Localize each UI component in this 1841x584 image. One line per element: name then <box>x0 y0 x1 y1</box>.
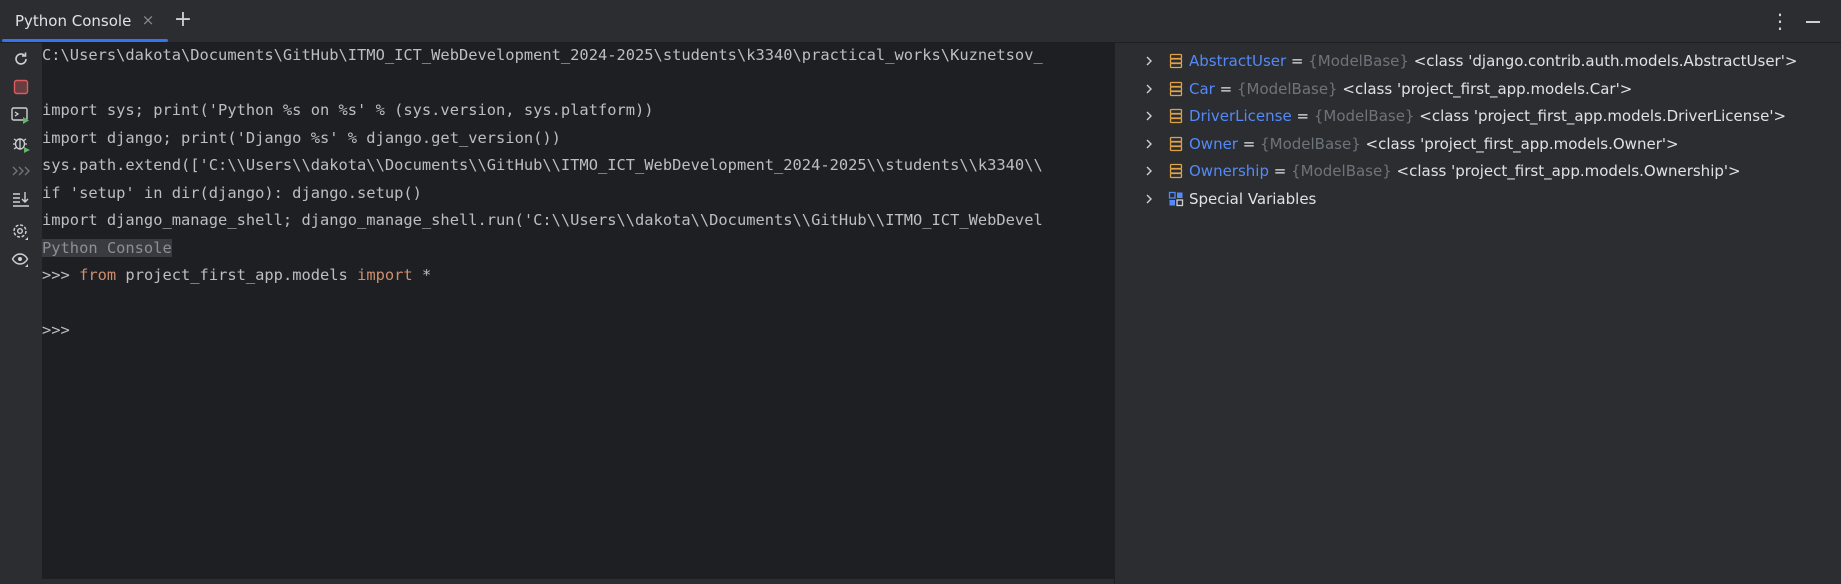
variable-type: {ModelBase} <box>1291 162 1392 180</box>
debug-icon[interactable] <box>10 132 32 154</box>
variable-type: {ModelBase} <box>1313 107 1415 125</box>
variable-type: {ModelBase} <box>1236 79 1338 98</box>
model-class-icon <box>1169 163 1183 179</box>
special-variables-row[interactable]: Special Variables <box>1124 186 1841 213</box>
model-class-icon <box>1169 81 1183 96</box>
console-line: import django_manage_shell; django_manag… <box>42 211 1043 229</box>
stop-icon[interactable] <box>10 76 32 98</box>
console-line: C:\Users\dakota\Documents\GitHub\ITMO_IC… <box>42 46 1043 64</box>
chevron-right-icon[interactable] <box>1144 56 1154 66</box>
special-variables-icon <box>1168 191 1184 206</box>
variable-name: Owner <box>1189 134 1238 153</box>
panel-splitter[interactable] <box>1114 43 1124 584</box>
variable-name: DriverLicense <box>1189 107 1292 125</box>
history-icon[interactable] <box>10 160 32 182</box>
variable-name: AbstractUser <box>1189 52 1287 70</box>
variable-equals: = <box>1214 79 1237 98</box>
keyword-import: import <box>357 266 413 284</box>
minimize-icon[interactable] <box>1803 11 1823 31</box>
variable-row[interactable]: Car = {ModelBase} <class 'project_first_… <box>1124 76 1841 103</box>
console-banner-line: Python Console <box>42 236 172 260</box>
variable-value: <class 'django.contrib.auth.models.Abstr… <box>1408 52 1798 70</box>
settings-icon[interactable] <box>10 221 32 243</box>
active-tab-indicator <box>2 39 168 42</box>
chevron-right-icon[interactable] <box>1144 111 1154 121</box>
console-command-line: >>> from project_first_app.models import… <box>42 263 431 287</box>
scroll-to-end-icon[interactable] <box>10 188 32 210</box>
prompt: >>> <box>42 321 70 339</box>
variable-type: {ModelBase} <box>1308 52 1409 70</box>
console-input-line[interactable]: >>> <box>42 318 70 342</box>
variable-row[interactable]: DriverLicense = {ModelBase} <class 'proj… <box>1124 103 1841 130</box>
keyword-from: from <box>79 266 117 284</box>
variable-equals: = <box>1237 134 1261 153</box>
chevron-right-icon[interactable] <box>1144 139 1154 149</box>
tab-python-console[interactable]: Python Console × <box>0 0 168 42</box>
variable-type: {ModelBase} <box>1260 134 1361 153</box>
rerun-icon[interactable] <box>10 48 32 70</box>
prompt: >>> <box>42 266 80 284</box>
show-variables-icon[interactable] <box>10 249 32 271</box>
console-toolbar <box>0 43 41 584</box>
console-output[interactable]: C:\Users\dakota\Documents\GitHub\ITMO_IC… <box>42 43 1114 579</box>
import-star: * <box>412 266 432 284</box>
variable-name: Ownership <box>1189 162 1269 180</box>
chevron-right-icon[interactable] <box>1144 194 1154 204</box>
console-line: import django; print('Django %s' % djang… <box>42 128 561 147</box>
console-line: import sys; print('Python %s on %s' % (s… <box>42 101 654 119</box>
variable-row[interactable]: Ownership = {ModelBase} <class 'project_… <box>1124 158 1841 185</box>
more-options-icon[interactable]: ⋮ <box>1770 11 1790 31</box>
new-tab-plus-icon[interactable]: + <box>173 9 193 31</box>
chevron-right-icon[interactable] <box>1144 84 1154 94</box>
variable-row[interactable]: Owner = {ModelBase} <class 'project_firs… <box>1124 131 1841 158</box>
model-class-icon <box>1169 108 1183 124</box>
variable-equals: = <box>1269 162 1292 180</box>
special-variables-label: Special Variables <box>1189 189 1317 208</box>
tool-window-tab-bar: Python Console × + ⋮ <box>0 0 1841 43</box>
close-icon[interactable]: × <box>141 13 155 28</box>
console-line: if 'setup' in dir(django): django.setup(… <box>42 183 422 202</box>
variables-panel: AbstractUser = {ModelBase} <class 'djang… <box>1124 43 1841 584</box>
model-class-icon <box>1169 53 1183 69</box>
variable-value: <class 'project_first_app.models.Ownersh… <box>1391 162 1741 180</box>
variable-row[interactable]: AbstractUser = {ModelBase} <class 'djang… <box>1124 48 1841 75</box>
tab-label: Python Console <box>15 12 132 30</box>
model-class-icon <box>1169 136 1183 151</box>
console-line: sys.path.extend(['C:\\Users\\dakota\\Doc… <box>42 156 1043 174</box>
variable-equals: = <box>1291 107 1314 125</box>
variable-value: <class 'project_first_app.models.DriverL… <box>1414 107 1787 125</box>
module-name: project_first_app.models <box>116 266 358 284</box>
variable-value: <class 'project_first_app.models.Owner'> <box>1360 134 1679 153</box>
console-banner: Python Console <box>42 238 172 257</box>
variable-name: Car <box>1189 79 1215 98</box>
chevron-right-icon[interactable] <box>1144 166 1154 176</box>
new-console-icon[interactable] <box>10 104 32 126</box>
variable-equals: = <box>1286 52 1309 70</box>
variable-value: <class 'project_first_app.models.Car'> <box>1337 79 1633 98</box>
